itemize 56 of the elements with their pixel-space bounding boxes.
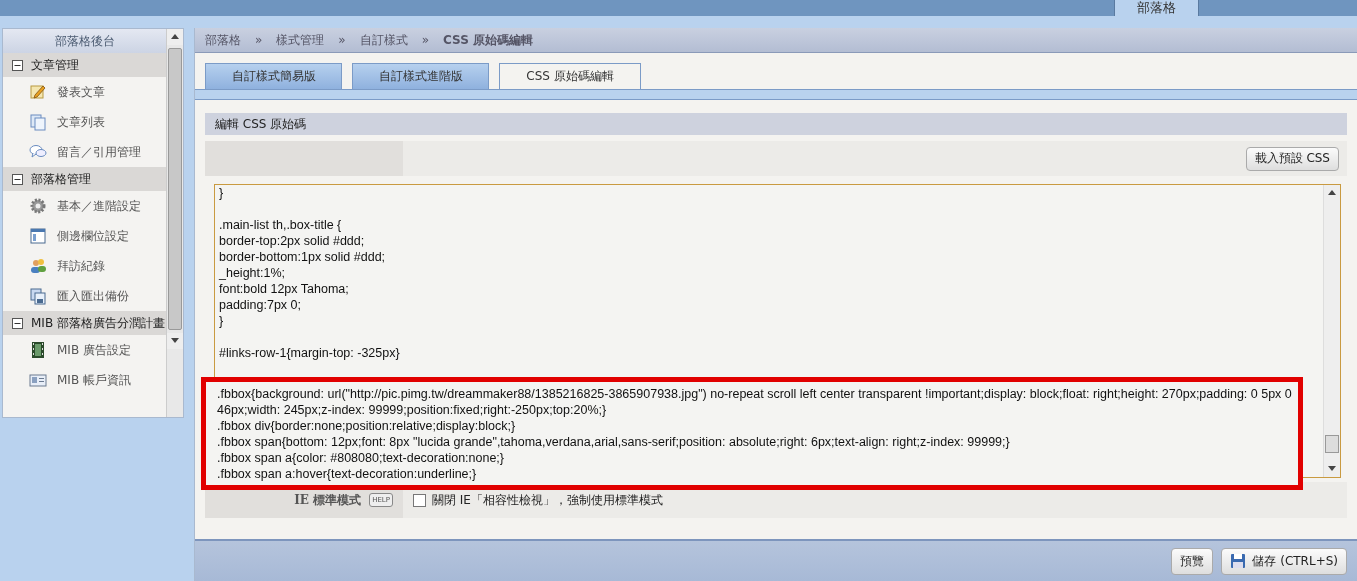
save-button[interactable]: 儲存 (CTRL+S) (1221, 547, 1347, 575)
nav-tab[interactable]: 部落格 (1114, 0, 1199, 16)
checkbox-label: 關閉 IE「相容性檢視」，強制使用標準模式 (432, 491, 663, 509)
breadcrumb-link[interactable]: 樣式管理 (276, 31, 325, 49)
breadcrumb-separator: » (255, 33, 263, 47)
sidebar-item[interactable]: 發表文章 (57, 83, 105, 101)
code-line: border-bottom:1px solid #ddd; (219, 249, 387, 265)
pencil-icon (29, 83, 47, 101)
checkbox[interactable] (413, 493, 426, 507)
sidebar-item[interactable]: 匯入匯出備份 (57, 287, 129, 305)
breadcrumb-separator: » (421, 33, 430, 47)
scrollbar[interactable] (166, 29, 183, 417)
breadcrumb-separator: » (338, 33, 346, 47)
sidebar-title: 部落格後台 (3, 29, 166, 53)
layout-window-icon (29, 227, 47, 245)
film-strip-icon (29, 341, 47, 359)
code-line: .fbbox span a{color: #808080;text-decoration:none;} (217, 450, 506, 466)
tab[interactable]: CSS 原始碼編輯 (499, 63, 641, 90)
sidebar-item[interactable]: MIB 帳戶資訊 (57, 371, 131, 389)
section-title: 編輯 CSS 原始碼 (205, 113, 1347, 135)
sidebar-item[interactable]: 側邊欄位設定 (57, 227, 129, 245)
breadcrumb-link[interactable]: 自訂樣式 (359, 31, 408, 49)
code-line: .fbbox{background: url("http://pic.pimg.tw/dreammaker88/1385216825-3865907938.jpg") no-repeat scroll left center transparent !important;display: block;float: right;height: 270px;padding: 0 5px 0 46px;width: 245px;z-index: 99999;position:fixed;right:-250px;top:20%;} (217, 386, 1293, 418)
sidebar-item[interactable]: 文章列表 (57, 113, 105, 131)
code-line: .main-list th,.box-title { (219, 217, 343, 233)
speech-bubbles-icon (29, 143, 47, 161)
code-line: font:bold 12px Tahoma; (219, 281, 350, 297)
code-line: .fbbox span{bottom: 12px;font: 8px "lucida grande",tahoma,verdana,arial,sans-serif;position: absolute;right: 6px;text-align: right;z-index: 99999;} (217, 434, 1011, 450)
copy-pages-icon (29, 287, 47, 305)
tab[interactable]: 自訂樣式進階版 (352, 63, 489, 89)
tab[interactable]: 自訂樣式簡易版 (205, 63, 342, 89)
breadcrumb-current: CSS 原始碼編輯 (443, 31, 533, 49)
code-line: } (219, 185, 225, 201)
collapse-icon[interactable] (12, 173, 23, 185)
sidebar-item[interactable]: 拜訪紀錄 (57, 257, 105, 275)
code-line: _height:1%; (219, 265, 287, 281)
load-default-button[interactable]: 載入預設 CSS (1245, 146, 1339, 171)
code-line: border-top:2px solid #ddd; (219, 233, 366, 249)
id-card-icon (29, 371, 47, 389)
code-line: padding:7px 0; (219, 297, 302, 313)
collapse-icon[interactable] (12, 59, 23, 71)
editor-scrollbar[interactable] (1323, 185, 1340, 477)
code-line: .fbbox span a:hover{text-decoration:underline;} (217, 466, 478, 482)
document-icon (29, 113, 47, 131)
sidebar-item[interactable]: 留言／引用管理 (57, 143, 141, 161)
breadcrumb-link[interactable]: 部落格 (205, 31, 241, 49)
code-line: #links-row-1{margin-top: -325px} (219, 345, 401, 361)
gear-icon (29, 197, 47, 215)
code-line: } (219, 313, 225, 329)
collapse-icon[interactable] (12, 317, 23, 329)
setting-label: IE 標準模式 (294, 491, 362, 509)
people-icon (29, 257, 47, 275)
code-line: .fbbox div{border:none;position:relative;display:block;} (217, 418, 517, 434)
sidebar-item[interactable]: MIB 廣告設定 (57, 341, 131, 359)
preview-button[interactable]: 預覽 (1171, 547, 1214, 575)
sidebar-item[interactable]: 基本／進階設定 (57, 197, 141, 215)
